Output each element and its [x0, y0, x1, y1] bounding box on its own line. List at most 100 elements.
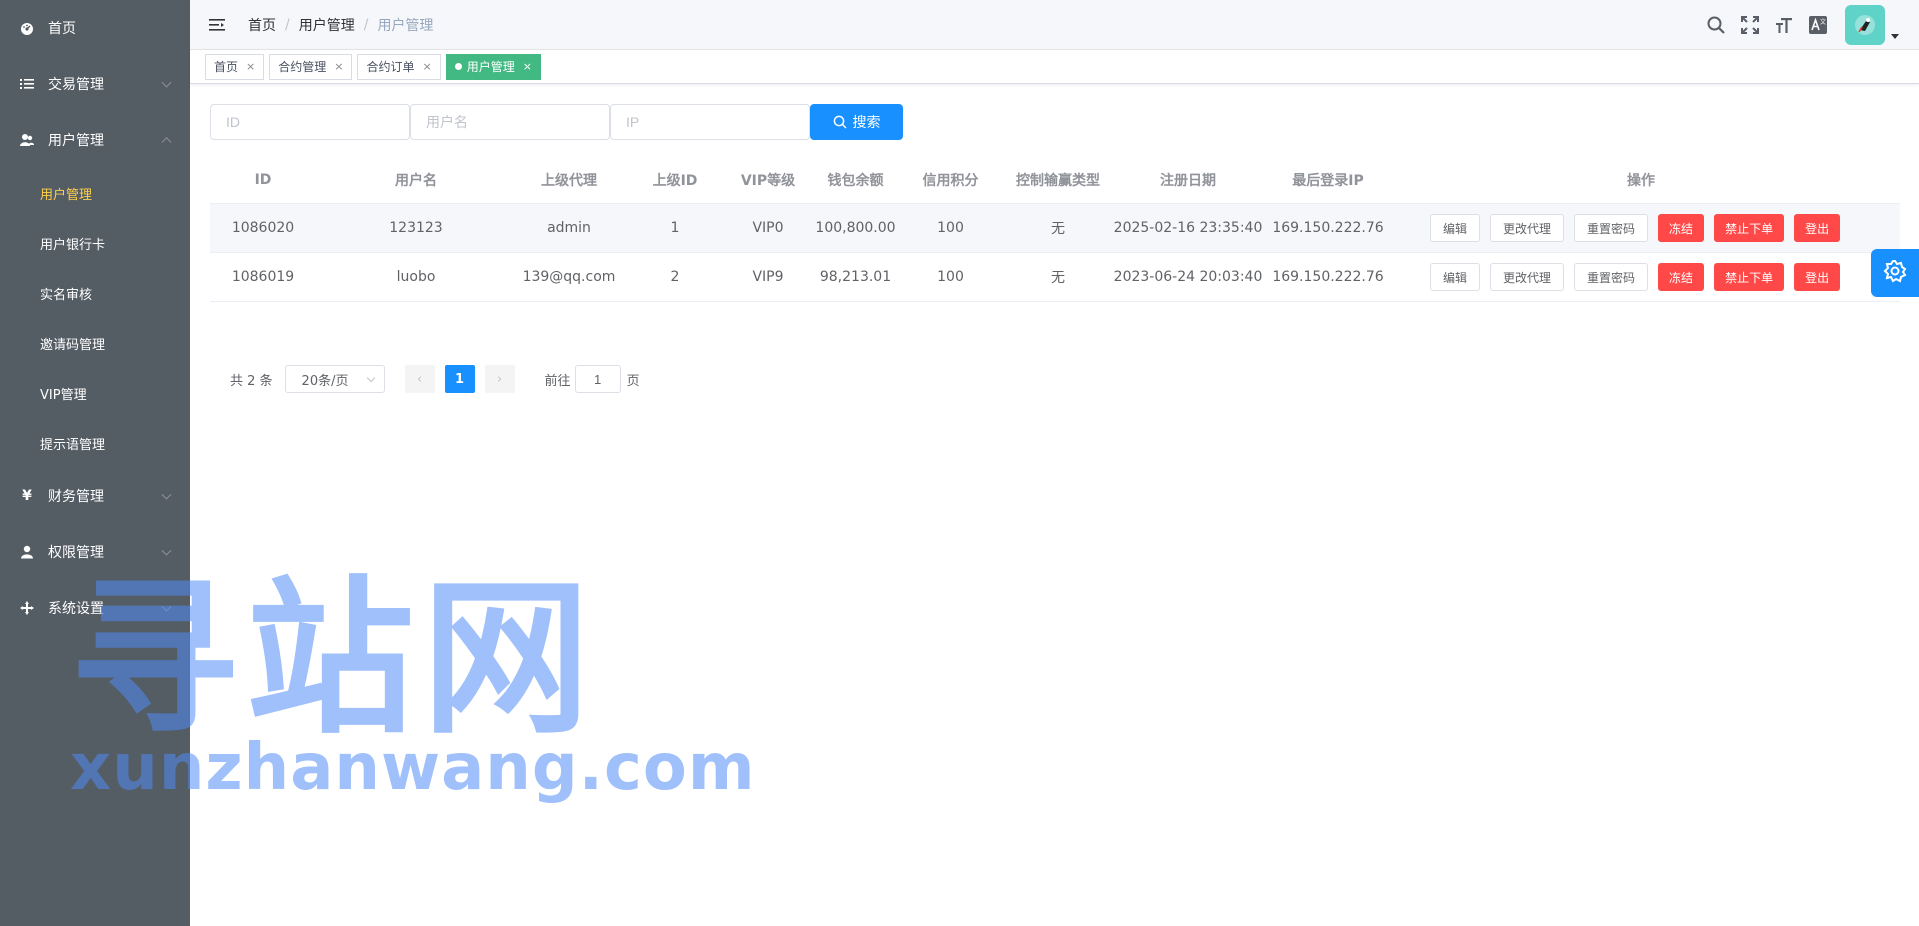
close-icon[interactable]: ×: [334, 60, 343, 73]
edit-button[interactable]: 编辑: [1430, 263, 1481, 291]
goto-suffix: 页: [626, 373, 640, 389]
search-filters: 搜索: [210, 104, 903, 140]
id-input[interactable]: [210, 104, 410, 140]
close-icon[interactable]: ×: [523, 60, 532, 73]
next-page-button[interactable]: ›: [484, 365, 515, 393]
breadcrumb-current: 用户管理: [377, 17, 434, 34]
column-header: 用户名: [395, 172, 437, 189]
sidebar-item-label: 权限管理: [48, 545, 104, 561]
svg-text:文: 文: [1820, 18, 1826, 26]
sidebar-subitem-vip[interactable]: VIP管理: [0, 368, 190, 418]
cell-agent-id: 1: [670, 220, 680, 236]
tag-home[interactable]: 首页 ×: [205, 53, 265, 80]
sidebar-item-home[interactable]: 首页: [0, 0, 190, 56]
breadcrumb-home[interactable]: 首页: [248, 15, 276, 35]
column-header: 最后登录IP: [1292, 172, 1364, 189]
tag-contract-orders[interactable]: 合约订单 ×: [357, 53, 441, 80]
hamburger-icon[interactable]: [206, 14, 228, 36]
row-actions: 编辑 更改代理 重置密码 冻结 禁止下单 登出: [1430, 204, 1850, 252]
chevron-up-icon: [161, 137, 172, 148]
prev-page-button[interactable]: ‹: [404, 365, 435, 393]
reset-password-button[interactable]: 重置密码: [1574, 263, 1649, 291]
sidebar-item-label: 交易管理: [48, 77, 104, 93]
search-button-label: 搜索: [852, 115, 881, 131]
cell-username: 123123: [389, 220, 443, 236]
tag-label: 合约订单: [366, 60, 415, 74]
yen-icon: ¥: [22, 488, 32, 504]
cell-agent: admin: [547, 220, 591, 236]
logout-button[interactable]: 登出: [1794, 263, 1841, 291]
sidebar-item-label: 系统设置: [48, 601, 104, 617]
ban-order-button[interactable]: 禁止下单: [1714, 263, 1785, 291]
chevron-down-icon: [366, 373, 375, 383]
cell-last-ip: 169.150.222.76: [1272, 220, 1384, 236]
table-row: 1086019 luobo 139@qq.com 2 VIP9 98,213.0…: [210, 253, 1900, 302]
close-icon[interactable]: ×: [246, 60, 255, 73]
goto-page-input[interactable]: [574, 365, 621, 393]
avatar[interactable]: [1845, 5, 1885, 45]
caret-down-icon[interactable]: [1891, 33, 1899, 39]
chevron-down-icon: [161, 601, 172, 612]
username-input[interactable]: [410, 104, 610, 140]
breadcrumb-separator: /: [363, 16, 369, 33]
cell-reg-date: 2025-02-16 23:35:40: [1113, 220, 1263, 236]
font-size-icon[interactable]: [1773, 14, 1795, 36]
search-icon: [833, 115, 847, 129]
sidebar-subitem-bank-cards[interactable]: 用户银行卡: [0, 218, 190, 268]
column-header: 上级代理: [541, 172, 597, 189]
breadcrumb: 首页 / 用户管理 / 用户管理: [248, 15, 433, 35]
chevron-down-icon: [161, 489, 172, 500]
sidebar-subitem-kyc-review[interactable]: 实名审核: [0, 268, 190, 318]
page-number-current[interactable]: 1: [444, 365, 475, 393]
sidebar-item-trade[interactable]: 交易管理: [0, 56, 190, 112]
sidebar-item-finance[interactable]: ¥ 财务管理: [0, 468, 190, 524]
change-agent-button[interactable]: 更改代理: [1490, 214, 1565, 242]
cell-balance: 100,800.00: [815, 220, 896, 236]
translate-icon[interactable]: 文: [1807, 14, 1829, 36]
search-button[interactable]: 搜索: [810, 104, 903, 140]
sidebar-subitem-user-management[interactable]: 用户管理: [0, 168, 190, 218]
column-header: 信用积分: [922, 172, 979, 189]
search-icon[interactable]: [1705, 14, 1727, 36]
ip-input[interactable]: [610, 104, 810, 140]
goto-page: 前往 页: [545, 365, 640, 393]
user-icon: [20, 545, 34, 559]
sidebar-item-users[interactable]: 用户管理: [0, 112, 190, 168]
cell-control: 无: [1051, 270, 1065, 286]
pagination: 共 2 条 20条/页 ‹ 1 › 前往 页: [230, 365, 640, 393]
ban-order-button[interactable]: 禁止下单: [1714, 214, 1785, 242]
freeze-button[interactable]: 冻结: [1658, 214, 1705, 242]
fullscreen-icon[interactable]: [1739, 14, 1761, 36]
tag-user-mgmt[interactable]: 用户管理 ×: [445, 53, 541, 80]
sidebar-subitem-invite-codes[interactable]: 邀请码管理: [0, 318, 190, 368]
chevron-right-icon: ›: [496, 371, 503, 387]
sidebar-item-permissions[interactable]: 权限管理: [0, 524, 190, 580]
column-header: 上级ID: [652, 172, 698, 189]
sidebar-item-label: 用户管理: [48, 133, 104, 149]
logout-button[interactable]: 登出: [1794, 214, 1841, 242]
reset-password-button[interactable]: 重置密码: [1574, 214, 1649, 242]
cell-vip: VIP9: [752, 269, 784, 285]
change-agent-button[interactable]: 更改代理: [1490, 263, 1565, 291]
table-row: 1086020 123123 admin 1 VIP0 100,800.00 1…: [210, 204, 1900, 253]
edit-button[interactable]: 编辑: [1430, 214, 1481, 242]
list-icon: [20, 77, 34, 91]
sidebar-item-settings[interactable]: 系统设置: [0, 580, 190, 636]
breadcrumb-separator: /: [285, 16, 290, 33]
sidebar-subitem-prompts[interactable]: 提示语管理: [0, 418, 190, 468]
dashboard-icon: [20, 21, 34, 35]
gear-icon: [1883, 259, 1907, 287]
breadcrumb-user-mgmt[interactable]: 用户管理: [299, 15, 355, 35]
cell-username: luobo: [396, 269, 436, 285]
column-header: 控制输赢类型: [1016, 172, 1100, 189]
pagination-total: 共 2 条: [230, 373, 273, 389]
column-header: 注册日期: [1160, 172, 1216, 189]
page-size-select[interactable]: 20条/页: [284, 365, 385, 393]
close-icon[interactable]: ×: [422, 60, 431, 73]
page-size-value: 20条/页: [301, 373, 349, 389]
tag-contract-mgmt[interactable]: 合约管理 ×: [269, 53, 353, 80]
settings-button[interactable]: [1871, 249, 1919, 297]
cell-id: 1086019: [231, 269, 295, 285]
cell-credit: 100: [937, 269, 964, 285]
freeze-button[interactable]: 冻结: [1658, 263, 1705, 291]
